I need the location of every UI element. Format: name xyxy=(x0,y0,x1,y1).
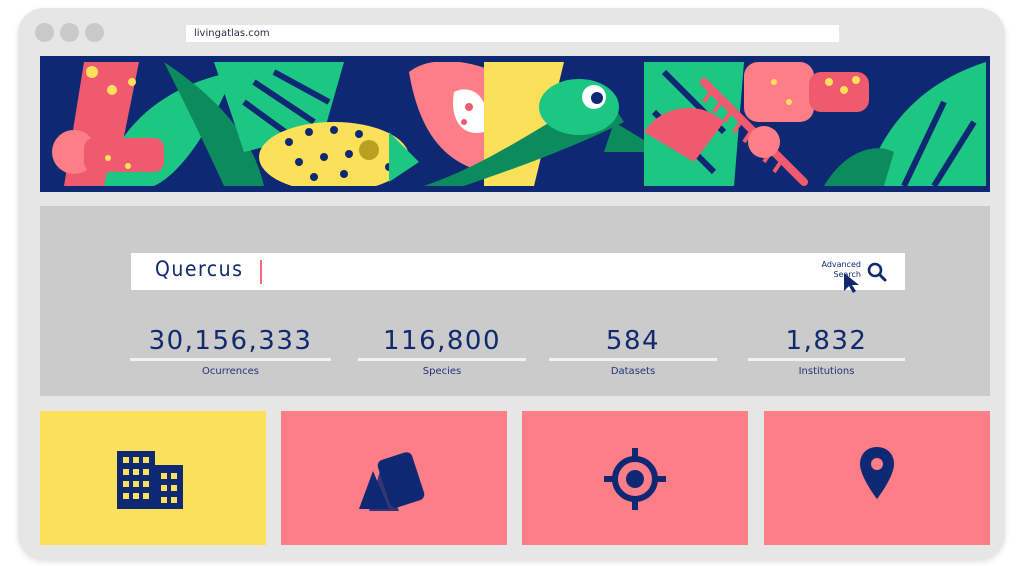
search-panel: Quercus Advanced Search 30,156,333 Ocurr… xyxy=(40,206,990,396)
building-icon xyxy=(117,451,183,509)
window-control-minimize[interactable] xyxy=(60,23,79,42)
search-icon[interactable] xyxy=(866,261,888,283)
search-input[interactable]: Quercus Advanced Search xyxy=(131,253,905,293)
stat-institutions[interactable]: 1,832 Institutions xyxy=(748,326,905,377)
text-caret xyxy=(260,260,262,284)
stat-value: 1,832 xyxy=(785,326,868,356)
window-control-maximize[interactable] xyxy=(85,23,104,42)
cards-icon xyxy=(359,452,425,511)
search-query-text: Quercus xyxy=(155,257,244,281)
tile-institutions[interactable] xyxy=(40,411,266,545)
stat-value: 584 xyxy=(605,326,661,356)
hero-banner xyxy=(40,56,990,192)
stat-value: 30,156,333 xyxy=(148,326,313,356)
stat-occurrences[interactable]: 30,156,333 Ocurrences xyxy=(130,326,331,377)
window-control-close[interactable] xyxy=(35,23,54,42)
stat-value: 116,800 xyxy=(382,326,502,356)
stat-underline xyxy=(130,358,331,361)
browser-window: livingatlas.com Quercus Advanced Search … xyxy=(18,8,1005,560)
tile-datasets[interactable] xyxy=(281,411,507,545)
stat-underline xyxy=(748,358,905,361)
address-bar[interactable]: livingatlas.com xyxy=(186,25,839,42)
stat-label: Species xyxy=(422,366,462,377)
stat-label: Ocurrences xyxy=(202,366,259,377)
stat-underline xyxy=(358,358,526,361)
stat-species[interactable]: 116,800 Species xyxy=(358,326,526,377)
mouse-pointer-icon xyxy=(844,273,859,293)
location-pin-icon xyxy=(860,447,894,499)
jungle-illustration xyxy=(44,62,986,186)
stat-label: Institutions xyxy=(798,366,855,377)
stat-datasets[interactable]: 584 Datasets xyxy=(549,326,717,377)
tile-locations[interactable] xyxy=(764,411,990,545)
tile-occurrences[interactable] xyxy=(522,411,748,545)
stat-underline xyxy=(549,358,717,361)
advanced-search-label-line1: Advanced xyxy=(821,260,861,269)
target-icon xyxy=(604,448,666,510)
stat-label: Datasets xyxy=(610,366,656,377)
